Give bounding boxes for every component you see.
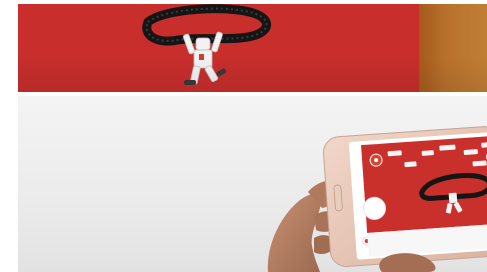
home-button bbox=[333, 184, 343, 212]
phone bbox=[323, 126, 487, 267]
left-margin bbox=[0, 0, 18, 272]
photo-vignette bbox=[18, 4, 487, 92]
phone-in-hand-illustration bbox=[267, 126, 487, 272]
screenshot-frame bbox=[0, 0, 487, 272]
bottom-photo bbox=[18, 96, 487, 272]
top-photo bbox=[18, 4, 487, 92]
thumbnail-icon[interactable] bbox=[369, 153, 383, 167]
